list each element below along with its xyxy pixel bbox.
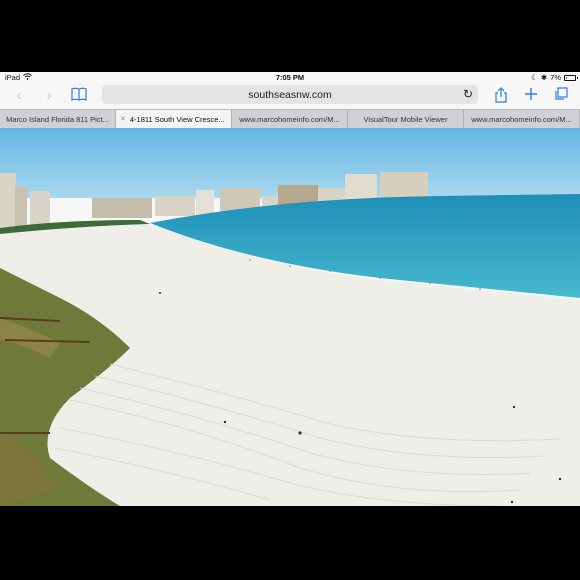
browser-window: iPad 7:05 PM ☾ ✱ 7% ‹ › southseasnw.com …: [0, 72, 580, 506]
share-icon[interactable]: [492, 87, 510, 105]
browser-toolbar: ‹ › southseasnw.com ↻: [0, 84, 580, 108]
status-bar: iPad 7:05 PM ☾ ✱ 7%: [0, 72, 580, 84]
battery-percent: 7%: [550, 73, 561, 82]
tab-2-active[interactable]: ✕ 4-1811 South View Cresce...: [116, 110, 232, 128]
tab-4[interactable]: VisualTour Mobile Viewer: [348, 110, 464, 128]
tab-label: 4-1811 South View Cresce...: [129, 114, 225, 124]
url-text: southseasnw.com: [248, 89, 332, 101]
tab-5[interactable]: www.marcohomeinfo.com/M...: [464, 110, 580, 128]
moon-icon: ☾: [531, 73, 538, 82]
tab-1[interactable]: Marco Island Florida 811 Pict...: [0, 110, 116, 128]
tab-label: VisualTour Mobile Viewer: [363, 114, 448, 124]
bluetooth-icon: ✱: [540, 73, 548, 82]
tab-bar: Marco Island Florida 811 Pict... ✕ 4-1811…: [0, 109, 580, 128]
battery-level: [566, 76, 567, 79]
tabs-icon[interactable]: [552, 87, 570, 105]
chevron-right-icon[interactable]: ›: [40, 87, 58, 105]
tab-label: www.marcohomeinfo.com/M...: [239, 114, 340, 124]
address-bar[interactable]: southseasnw.com ↻: [102, 85, 478, 104]
tab-label: Marco Island Florida 811 Pict...: [6, 114, 109, 124]
plus-icon[interactable]: [522, 87, 540, 105]
book-icon[interactable]: [70, 87, 88, 105]
close-icon[interactable]: ✕: [120, 115, 126, 123]
clock: 7:05 PM: [275, 73, 305, 82]
chevron-left-icon[interactable]: ‹: [10, 87, 28, 105]
battery-icon: [564, 74, 578, 81]
tab-label: www.marcohomeinfo.com/M...: [471, 114, 572, 124]
tab-3[interactable]: www.marcohomeinfo.com/M...: [232, 110, 348, 128]
reload-icon[interactable]: ↻: [463, 87, 473, 101]
beach-photo: [0, 128, 580, 506]
